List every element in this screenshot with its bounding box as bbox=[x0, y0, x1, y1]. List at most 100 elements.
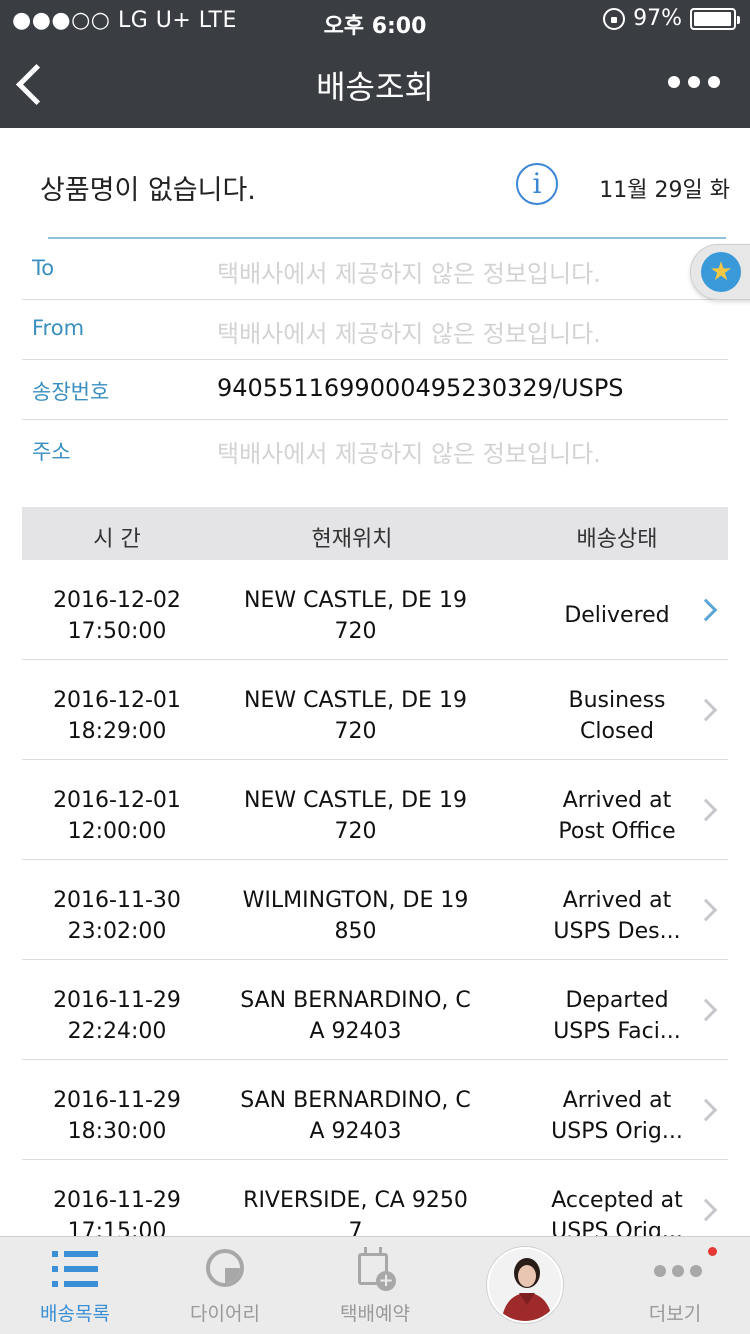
notification-badge bbox=[708, 1247, 717, 1256]
row-time: 12:00:00 bbox=[67, 819, 167, 844]
info-row-from: From 택배사에서 제공하지 않은 정보입니다. bbox=[22, 300, 728, 360]
bottom-tab-bar: 배송목록 다이어리 + 택배예약 더보기 bbox=[0, 1236, 750, 1334]
info-value: 택배사에서 제공하지 않은 정보입니다. bbox=[217, 440, 601, 468]
row-time: 18:30:00 bbox=[67, 1119, 167, 1144]
row-location: SAN BERNARDINO, C A 92403 bbox=[218, 985, 493, 1047]
more-dots-icon[interactable] bbox=[668, 76, 720, 88]
table-row[interactable]: 2016-11-29 18:30:00 SAN BERNARDINO, C A 92… bbox=[22, 1060, 728, 1160]
row-location: NEW CASTLE, DE 19 720 bbox=[218, 685, 493, 747]
tab-delivery-list[interactable]: 배송목록 bbox=[0, 1237, 150, 1334]
row-status: Business Closed bbox=[568, 688, 666, 744]
row-location: SAN BERNARDINO, C A 92403 bbox=[218, 1085, 493, 1147]
tracking-table-header: 시 간 현재위치 배송상태 bbox=[22, 507, 728, 560]
row-date: 2016-12-01 bbox=[53, 688, 181, 713]
column-header-location: 현재위치 bbox=[311, 527, 393, 552]
info-row-to: To 택배사에서 제공하지 않은 정보입니다. bbox=[22, 240, 728, 300]
list-icon bbox=[52, 1251, 98, 1287]
tab-label: 더보기 bbox=[648, 1303, 702, 1325]
row-datetime: 2016-11-29 18:30:00 bbox=[22, 1085, 212, 1147]
tab-courier-booking[interactable]: + 택배예약 bbox=[300, 1237, 450, 1334]
row-location-line2: 850 bbox=[334, 919, 377, 944]
status-right: 97% bbox=[603, 6, 740, 31]
status-bar: ●●●○○ LG U+ LTE 오후 6:00 97% bbox=[0, 0, 750, 40]
row-status: Arrived at Post Office bbox=[558, 788, 676, 844]
info-value: 택배사에서 제공하지 않은 정보입니다. bbox=[217, 320, 601, 348]
top-bar: ●●●○○ LG U+ LTE 오후 6:00 97% 배송조회 bbox=[0, 0, 750, 128]
info-label: 송장번호 bbox=[32, 380, 110, 404]
row-location-line1: SAN BERNARDINO, C bbox=[240, 1088, 471, 1113]
table-row[interactable]: 2016-12-01 18:29:00 NEW CASTLE, DE 19 720 … bbox=[22, 660, 728, 760]
info-value: 택배사에서 제공하지 않은 정보입니다. bbox=[217, 260, 601, 288]
row-location-line1: WILMINGTON, DE 19 bbox=[242, 888, 469, 913]
info-label: 주소 bbox=[32, 440, 71, 464]
row-location-line2: A 92403 bbox=[309, 1119, 402, 1144]
tracking-table: 2016-12-02 17:50:00 NEW CASTLE, DE 19 720 … bbox=[22, 560, 728, 1236]
table-row[interactable]: 2016-11-30 23:02:00 WILMINGTON, DE 19 850 … bbox=[22, 860, 728, 960]
row-location-line1: NEW CASTLE, DE 19 bbox=[244, 588, 467, 613]
row-location-line1: RIVERSIDE, CA 9250 bbox=[243, 1188, 468, 1213]
row-location-line2: 720 bbox=[334, 619, 377, 644]
table-row[interactable]: 2016-12-02 17:50:00 NEW CASTLE, DE 19 720 … bbox=[22, 560, 728, 660]
shipment-date: 11월 29일 화 bbox=[599, 178, 730, 203]
row-location-line2: 720 bbox=[334, 819, 377, 844]
table-row[interactable]: 2016-11-29 22:24:00 SAN BERNARDINO, C A 92… bbox=[22, 960, 728, 1060]
row-datetime: 2016-12-02 17:50:00 bbox=[22, 585, 212, 647]
rotation-lock-icon bbox=[603, 7, 626, 30]
row-location-line2: A 92403 bbox=[309, 1019, 402, 1044]
favorite-tab[interactable]: ★ bbox=[690, 244, 750, 300]
row-date: 2016-11-30 bbox=[53, 888, 181, 913]
info-icon[interactable]: i bbox=[516, 163, 558, 205]
tracking-number: 9405511699000495230329/USPS bbox=[217, 374, 624, 402]
row-location: NEW CASTLE, DE 19 720 bbox=[218, 785, 493, 847]
page-title: 배송조회 bbox=[316, 68, 434, 106]
row-status: Accepted at USPS Orig... bbox=[551, 1188, 683, 1236]
row-time: 18:29:00 bbox=[67, 719, 167, 744]
tab-label: 다이어리 bbox=[190, 1303, 260, 1325]
row-time: 17:50:00 bbox=[67, 619, 167, 644]
row-status: Arrived at USPS Des... bbox=[553, 888, 681, 944]
row-datetime: 2016-11-30 23:02:00 bbox=[22, 885, 212, 947]
row-location-line1: NEW CASTLE, DE 19 bbox=[244, 688, 467, 713]
tab-diary[interactable]: 다이어리 bbox=[150, 1237, 300, 1334]
row-location-line1: SAN BERNARDINO, C bbox=[240, 988, 471, 1013]
row-location: NEW CASTLE, DE 19 720 bbox=[218, 585, 493, 647]
tab-label: 택배예약 bbox=[340, 1303, 410, 1325]
row-time: 22:24:00 bbox=[67, 1019, 167, 1044]
row-date: 2016-11-29 bbox=[53, 1188, 181, 1213]
info-row-address: 주소 택배사에서 제공하지 않은 정보입니다. bbox=[22, 420, 728, 480]
row-status: Departed USPS Faci... bbox=[553, 988, 681, 1044]
tab-ad-avatar[interactable] bbox=[450, 1237, 600, 1334]
avatar bbox=[487, 1247, 563, 1323]
info-label: From bbox=[32, 316, 85, 340]
star-icon: ★ bbox=[701, 252, 741, 292]
row-datetime: 2016-12-01 12:00:00 bbox=[22, 785, 212, 847]
table-row[interactable]: 2016-12-01 12:00:00 NEW CASTLE, DE 19 720 … bbox=[22, 760, 728, 860]
header-divider bbox=[48, 237, 726, 239]
shipment-info: To 택배사에서 제공하지 않은 정보입니다. From 택배사에서 제공하지 … bbox=[22, 240, 728, 480]
info-row-tracking-number: 송장번호 9405511699000495230329/USPS bbox=[22, 360, 728, 420]
row-datetime: 2016-11-29 17:15:00 bbox=[22, 1185, 212, 1236]
more-dots-icon bbox=[654, 1265, 702, 1277]
tab-label: 배송목록 bbox=[40, 1303, 110, 1325]
row-date: 2016-12-01 bbox=[53, 788, 181, 813]
tab-more[interactable]: 더보기 bbox=[600, 1237, 750, 1334]
row-status: Delivered bbox=[564, 603, 670, 628]
row-date: 2016-11-29 bbox=[53, 988, 181, 1013]
column-header-time: 시 간 bbox=[93, 527, 141, 552]
row-location-line1: NEW CASTLE, DE 19 bbox=[244, 788, 467, 813]
battery-percent: 97% bbox=[633, 6, 682, 31]
battery-icon bbox=[690, 7, 740, 30]
row-time: 17:15:00 bbox=[67, 1219, 167, 1236]
table-row[interactable]: 2016-11-29 17:15:00 RIVERSIDE, CA 9250 7 A… bbox=[22, 1160, 728, 1236]
row-time: 23:02:00 bbox=[67, 919, 167, 944]
column-header-status: 배송상태 bbox=[576, 527, 658, 552]
row-date: 2016-12-02 bbox=[53, 588, 181, 613]
pie-chart-icon bbox=[206, 1249, 244, 1287]
row-location: WILMINGTON, DE 19 850 bbox=[218, 885, 493, 947]
row-location-line2: 7 bbox=[348, 1219, 363, 1236]
row-datetime: 2016-11-29 22:24:00 bbox=[22, 985, 212, 1047]
row-datetime: 2016-12-01 18:29:00 bbox=[22, 685, 212, 747]
row-status: Arrived at USPS Orig... bbox=[551, 1088, 683, 1144]
info-label: To bbox=[32, 256, 55, 280]
row-location: RIVERSIDE, CA 9250 7 bbox=[218, 1185, 493, 1236]
